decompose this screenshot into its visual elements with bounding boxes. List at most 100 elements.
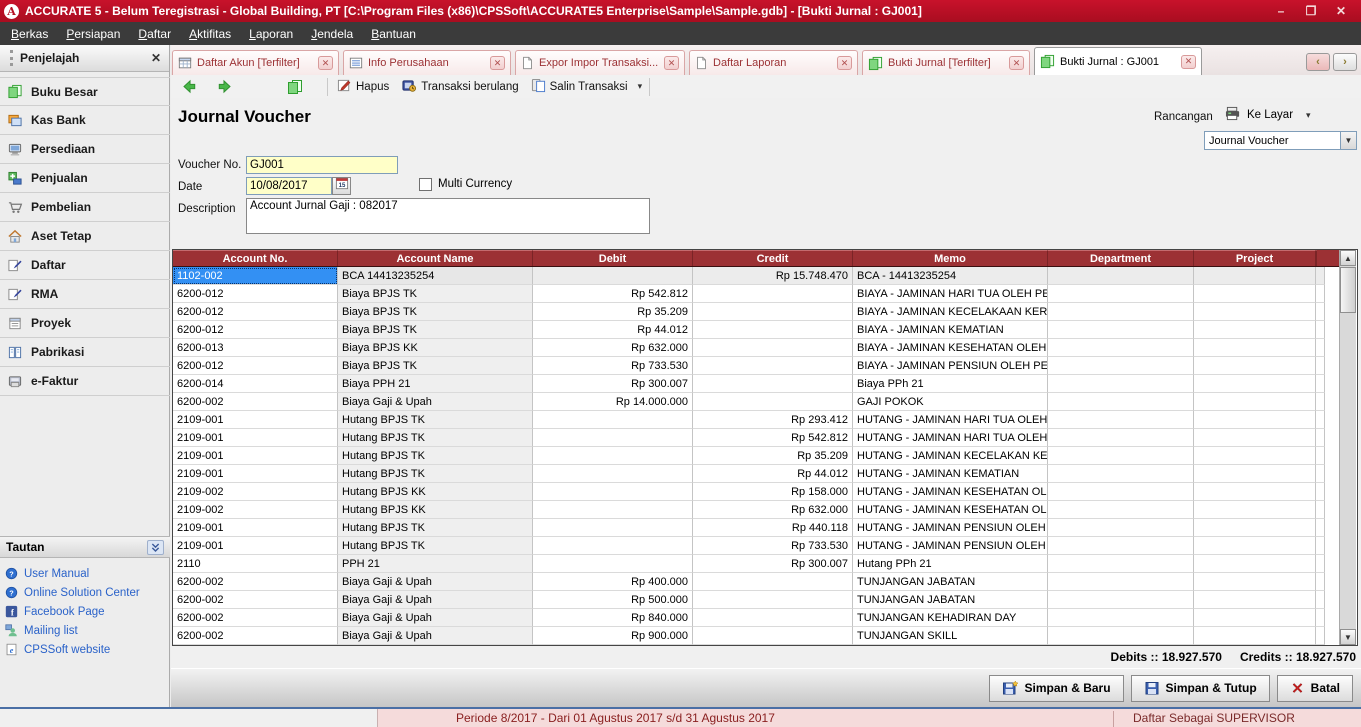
table-cell[interactable] [1194, 591, 1316, 609]
table-cell[interactable] [1194, 447, 1316, 465]
table-row[interactable]: 6200-012Biaya BPJS TKRp 542.812BIAYA - J… [173, 285, 1339, 303]
table-row[interactable]: 1102-002BCA 14413235254Rp 15.748.470BCA … [173, 267, 1339, 285]
column-header-project[interactable]: Project [1194, 250, 1316, 266]
table-cell[interactable]: Biaya BPJS TK [338, 321, 533, 339]
table-cell[interactable] [693, 627, 853, 645]
table-row[interactable]: 6200-002Biaya Gaji & UpahRp 840.000TUNJA… [173, 609, 1339, 627]
table-cell[interactable] [1048, 465, 1194, 483]
date-picker-button[interactable]: 15 [332, 177, 351, 195]
table-cell[interactable] [1194, 321, 1316, 339]
date-input[interactable]: 10/08/2017 [246, 177, 332, 195]
back-button[interactable] [175, 77, 207, 96]
table-cell[interactable] [1194, 357, 1316, 375]
table-cell[interactable] [1194, 609, 1316, 627]
table-cell[interactable]: 6200-002 [173, 573, 338, 591]
table-cell[interactable] [1194, 285, 1316, 303]
table-row[interactable]: 2109-002Hutang BPJS KKRp 158.000HUTANG -… [173, 483, 1339, 501]
table-row[interactable]: 2110PPH 21Rp 300.007Hutang PPh 21 [173, 555, 1339, 573]
tab-info-perusahaan[interactable]: Info Perusahaan✕ [343, 50, 511, 75]
link-user-manual[interactable]: ?User Manual [0, 564, 170, 583]
table-cell[interactable] [1048, 555, 1194, 573]
table-cell[interactable] [693, 609, 853, 627]
table-cell[interactable] [1048, 501, 1194, 519]
table-cell[interactable]: BCA - 14413235254 [853, 267, 1048, 285]
table-cell[interactable] [1194, 411, 1316, 429]
table-cell[interactable]: HUTANG - JAMINAN PENSIUN OLEH K [853, 519, 1048, 537]
rancangan-button[interactable]: Rancangan [1154, 111, 1213, 123]
table-cell[interactable] [693, 573, 853, 591]
table-cell[interactable]: Rp 733.530 [693, 537, 853, 555]
table-cell[interactable]: Biaya Gaji & Upah [338, 393, 533, 411]
table-cell[interactable] [533, 465, 693, 483]
table-row[interactable]: 2109-001Hutang BPJS TKRp 44.012HUTANG - … [173, 465, 1339, 483]
tab-close-icon[interactable]: ✕ [664, 56, 679, 70]
menu-item-aktifitas[interactable]: Aktifitas [180, 24, 240, 44]
table-cell[interactable] [693, 321, 853, 339]
voucher-no-input[interactable]: GJ001 [246, 156, 398, 174]
table-cell[interactable]: PPH 21 [338, 555, 533, 573]
table-cell[interactable]: 2109-001 [173, 537, 338, 555]
table-cell[interactable]: Rp 293.412 [693, 411, 853, 429]
simpan-tutup-button[interactable]: Simpan & Tutup [1131, 675, 1270, 702]
tab-daftar-akun-terfilter[interactable]: Daftar Akun [Terfilter]✕ [172, 50, 339, 75]
table-cell[interactable]: Biaya Gaji & Upah [338, 591, 533, 609]
description-input[interactable]: Account Jurnal Gaji : 082017 [246, 198, 650, 234]
table-cell[interactable]: BCA 14413235254 [338, 267, 533, 285]
menu-item-bantuan[interactable]: Bantuan [362, 24, 425, 44]
sidebar-item-daftar[interactable]: Daftar [0, 251, 170, 280]
table-cell[interactable] [1194, 339, 1316, 357]
table-cell[interactable] [1194, 465, 1316, 483]
table-cell[interactable]: Biaya Gaji & Upah [338, 573, 533, 591]
table-cell[interactable]: Biaya BPJS KK [338, 339, 533, 357]
table-cell[interactable] [1194, 573, 1316, 591]
table-cell[interactable] [1048, 303, 1194, 321]
link-online-solution-center[interactable]: ?Online Solution Center [0, 583, 170, 602]
tab-bukti-jurnal-terfilter[interactable]: Bukti Jurnal [Terfilter]✕ [862, 50, 1030, 75]
table-cell[interactable]: 2110 [173, 555, 338, 573]
table-cell[interactable]: HUTANG - JAMINAN KESEHATAN OLEH [853, 501, 1048, 519]
hapus-button[interactable]: Hapus [331, 76, 395, 98]
table-cell[interactable] [1194, 537, 1316, 555]
tab-close-icon[interactable]: ✕ [1181, 55, 1196, 69]
table-cell[interactable]: Hutang BPJS KK [338, 501, 533, 519]
table-cell[interactable]: Rp 300.007 [693, 555, 853, 573]
table-cell[interactable]: BIAYA - JAMINAN HARI TUA OLEH PER [853, 285, 1048, 303]
table-cell[interactable]: Rp 632.000 [693, 501, 853, 519]
table-cell[interactable] [1194, 519, 1316, 537]
table-row[interactable]: 2109-001Hutang BPJS TKRp 733.530HUTANG -… [173, 537, 1339, 555]
table-cell[interactable] [693, 591, 853, 609]
table-cell[interactable]: Rp 14.000.000 [533, 393, 693, 411]
restore-icon[interactable]: ❐ [1303, 4, 1319, 18]
table-row[interactable]: 6200-012Biaya BPJS TKRp 35.209BIAYA - JA… [173, 303, 1339, 321]
table-cell[interactable]: Biaya Gaji & Upah [338, 627, 533, 645]
table-cell[interactable]: 6200-002 [173, 393, 338, 411]
table-cell[interactable]: 6200-012 [173, 285, 338, 303]
table-cell[interactable] [1048, 519, 1194, 537]
table-row[interactable]: 2109-001Hutang BPJS TKRp 293.412HUTANG -… [173, 411, 1339, 429]
table-cell[interactable] [1048, 267, 1194, 285]
column-header-department[interactable]: Department [1048, 250, 1194, 266]
menu-item-persiapan[interactable]: Persiapan [57, 24, 129, 44]
table-cell[interactable]: Rp 44.012 [693, 465, 853, 483]
table-cell[interactable] [1048, 591, 1194, 609]
table-cell[interactable]: Rp 15.748.470 [693, 267, 853, 285]
table-cell[interactable] [1048, 429, 1194, 447]
table-cell[interactable] [533, 501, 693, 519]
table-cell[interactable] [1194, 375, 1316, 393]
link-cpssoft-website[interactable]: eCPSSoft website [0, 640, 170, 659]
transaksi-berulang-button[interactable]: Transaksi berulang [395, 76, 524, 98]
link-facebook-page[interactable]: fFacebook Page [0, 602, 170, 621]
column-header-account-name[interactable]: Account Name [338, 250, 533, 266]
scrollbar-thumb[interactable] [1340, 267, 1356, 313]
table-cell[interactable]: 2109-001 [173, 465, 338, 483]
table-cell[interactable]: 2109-001 [173, 519, 338, 537]
table-row[interactable]: 6200-002Biaya Gaji & UpahRp 500.000TUNJA… [173, 591, 1339, 609]
table-cell[interactable] [693, 303, 853, 321]
table-cell[interactable] [1048, 609, 1194, 627]
grip-handle-icon[interactable] [10, 50, 13, 66]
table-cell[interactable] [693, 375, 853, 393]
table-cell[interactable]: HUTANG - JAMINAN HARI TUA OLEH K [853, 411, 1048, 429]
table-cell[interactable] [533, 483, 693, 501]
table-cell[interactable] [1048, 393, 1194, 411]
tab-close-icon[interactable]: ✕ [490, 56, 505, 70]
